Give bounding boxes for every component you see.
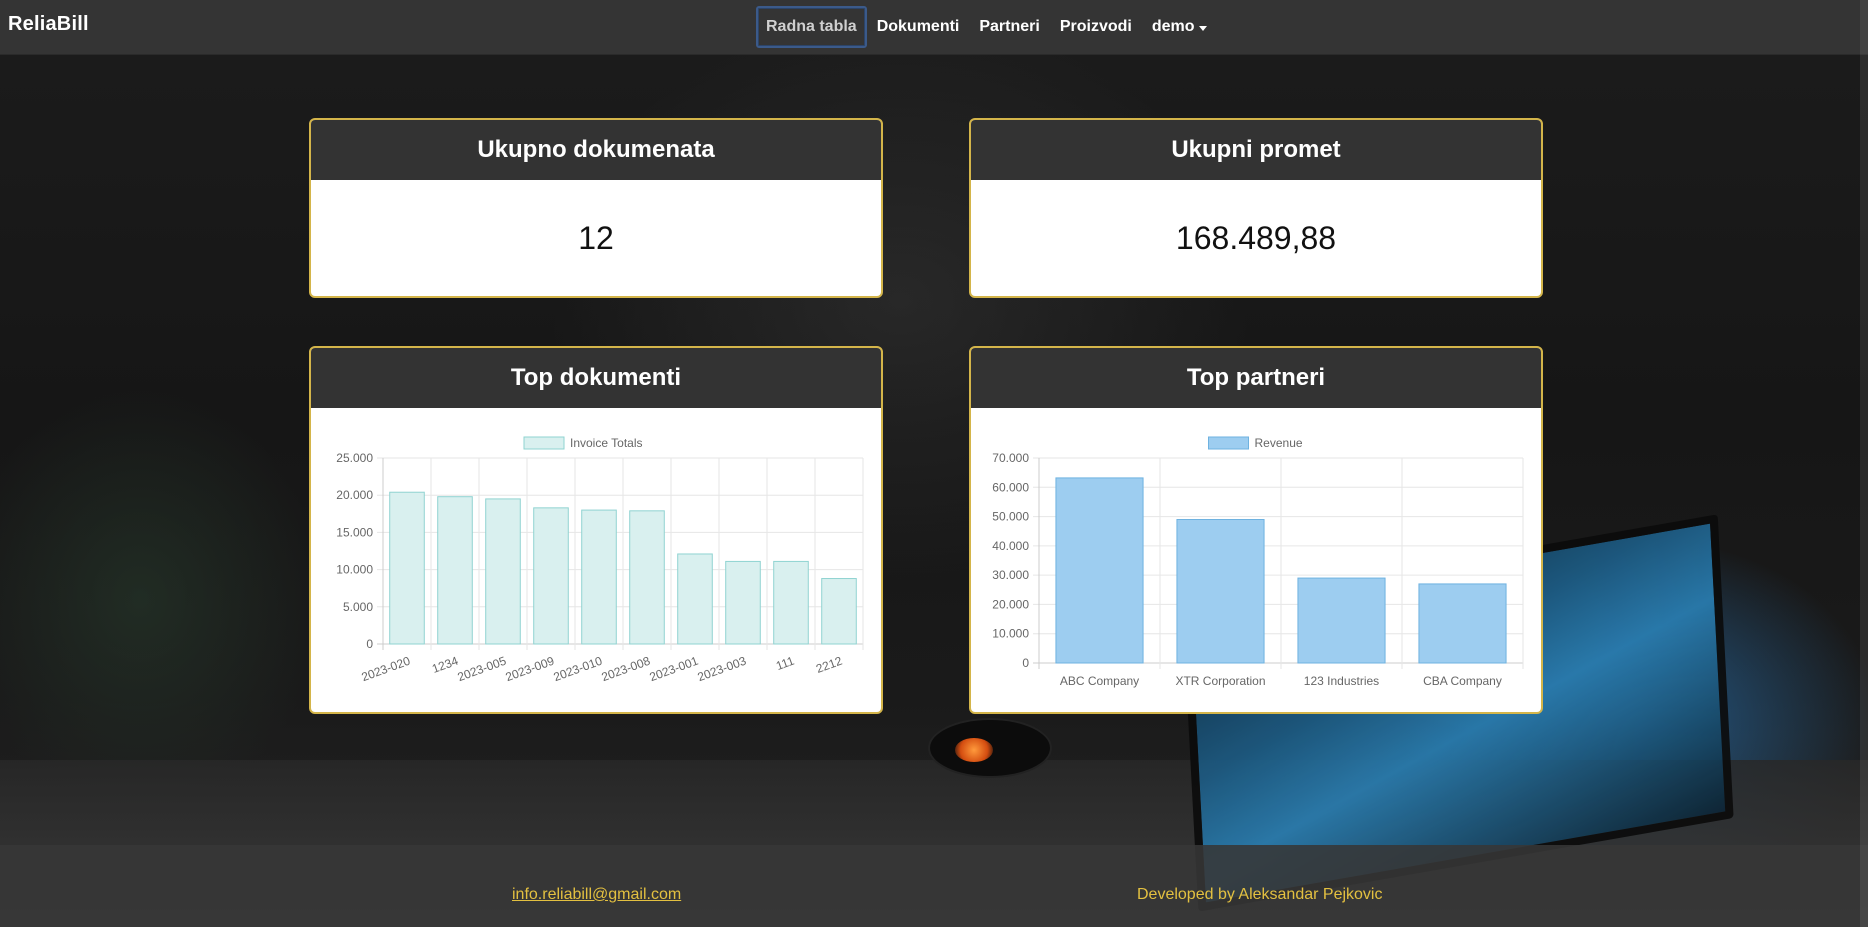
chart-bar xyxy=(677,553,713,645)
nav-item-proizvodi[interactable]: Proizvodi xyxy=(1050,6,1142,48)
chart-bar xyxy=(725,560,761,645)
x-tick-label: 2212 xyxy=(814,654,844,676)
page-scrollbar[interactable] xyxy=(1860,0,1868,927)
card-top-documents: Top dokumenti Invoice Totals 0 5.000 10.000… xyxy=(309,346,883,714)
nav-item-partneri[interactable]: Partneri xyxy=(969,6,1049,48)
x-tick-label: 2023-020 xyxy=(360,654,413,685)
chart-bar xyxy=(437,496,473,645)
main-nav: Radna tabla Dokumenti Partneri Proizvodi… xyxy=(756,4,1217,50)
chart-bar xyxy=(629,510,665,645)
x-tick-label: 111 xyxy=(774,654,796,674)
footer-developer-credit: Developed by Aleksandar Pejkovic xyxy=(1137,886,1383,903)
chart-top-documents[interactable]: Invoice Totals 0 5.000 10.000 15.000 20.000 25… xyxy=(311,408,881,712)
legend-swatch xyxy=(523,436,565,450)
y-tick-label: 10.000 xyxy=(336,563,373,577)
x-tick-label: 2023-005 xyxy=(456,654,509,685)
footer-email-link[interactable]: info.reliabill@gmail.com xyxy=(512,886,681,904)
chart-bar xyxy=(581,509,617,645)
top-navbar: ReliaBill Radna tabla Dokumenti Partneri… xyxy=(0,0,1868,55)
card-title: Top partneri xyxy=(971,348,1541,408)
y-tick-label: 10.000 xyxy=(992,627,1029,641)
card-title: Top dokumenti xyxy=(311,348,881,408)
x-tick-label: 2023-008 xyxy=(600,654,653,685)
brand-logo[interactable]: ReliaBill xyxy=(8,13,89,36)
y-tick-label: 25.000 xyxy=(336,451,373,465)
chart-bar xyxy=(1418,583,1507,664)
nav-item-radna-tabla[interactable]: Radna tabla xyxy=(756,6,867,48)
y-tick-label: 20.000 xyxy=(992,597,1029,611)
x-tick-label: 2023-003 xyxy=(696,654,749,685)
user-menu-label: demo xyxy=(1151,18,1195,35)
legend-label: Revenue xyxy=(1255,436,1303,450)
background-lamp-glow xyxy=(955,738,993,762)
card-title: Ukupno dokumenata xyxy=(311,120,881,180)
chart-bar xyxy=(1176,519,1265,664)
x-tick-label: CBA Company xyxy=(1423,674,1502,688)
chart-bar xyxy=(1297,577,1386,664)
y-tick-label: 15.000 xyxy=(336,525,373,539)
x-tick-label: 2023-009 xyxy=(504,654,557,685)
chart-bar xyxy=(389,491,425,645)
chart-bar xyxy=(1055,477,1144,664)
chart-bar xyxy=(821,578,857,645)
chart-legend: Revenue xyxy=(1208,436,1303,450)
x-tick-label: ABC Company xyxy=(1060,674,1139,688)
legend-label: Invoice Totals xyxy=(570,436,643,450)
chart-legend: Invoice Totals xyxy=(523,436,643,450)
y-tick-label: 60.000 xyxy=(992,480,1029,494)
y-tick-label: 20.000 xyxy=(336,488,373,502)
legend-swatch xyxy=(1208,436,1249,450)
y-tick-label: 30.000 xyxy=(992,568,1029,582)
x-tick-label: 2023-001 xyxy=(648,654,701,685)
y-tick-label: 5.000 xyxy=(343,600,373,614)
chart-top-documents-container: Invoice Totals 0 5.000 10.000 15.000 20.000 25… xyxy=(311,408,881,712)
chart-bar xyxy=(485,498,521,645)
y-tick-label: 40.000 xyxy=(992,539,1029,553)
x-tick-label: 2023-010 xyxy=(552,654,605,685)
total-documents-value: 12 xyxy=(578,219,614,256)
x-tick-label: 123 Industries xyxy=(1304,674,1379,688)
y-tick-label: 0 xyxy=(366,637,373,651)
caret-down-icon xyxy=(1198,25,1207,31)
card-total-revenue: Ukupni promet 168.489,88 xyxy=(969,118,1543,298)
y-tick-label: 0 xyxy=(1022,656,1029,670)
x-tick-label: XTR Corporation xyxy=(1175,674,1265,688)
chart-bar xyxy=(533,507,569,645)
total-revenue-value: 168.489,88 xyxy=(1175,219,1337,256)
card-title: Ukupni promet xyxy=(971,120,1541,180)
user-menu-dropdown[interactable]: demo xyxy=(1142,6,1217,48)
chart-top-partners[interactable]: Revenue 0 10.000 20.000 30.000 40.000 50.000 60… xyxy=(971,408,1541,712)
chart-bar xyxy=(773,560,809,645)
y-tick-label: 50.000 xyxy=(992,510,1029,524)
page-footer: info.reliabill@gmail.com Developed by Al… xyxy=(0,845,1868,927)
nav-item-dokumenti[interactable]: Dokumenti xyxy=(867,6,970,48)
card-total-documents: Ukupno dokumenata 12 xyxy=(309,118,883,298)
card-top-partners: Top partneri Revenue 0 10.000 20.000 30.000 4… xyxy=(969,346,1543,714)
y-tick-label: 70.000 xyxy=(992,451,1029,465)
chart-top-partners-container: Revenue 0 10.000 20.000 30.000 40.000 50.000 60… xyxy=(971,408,1541,712)
